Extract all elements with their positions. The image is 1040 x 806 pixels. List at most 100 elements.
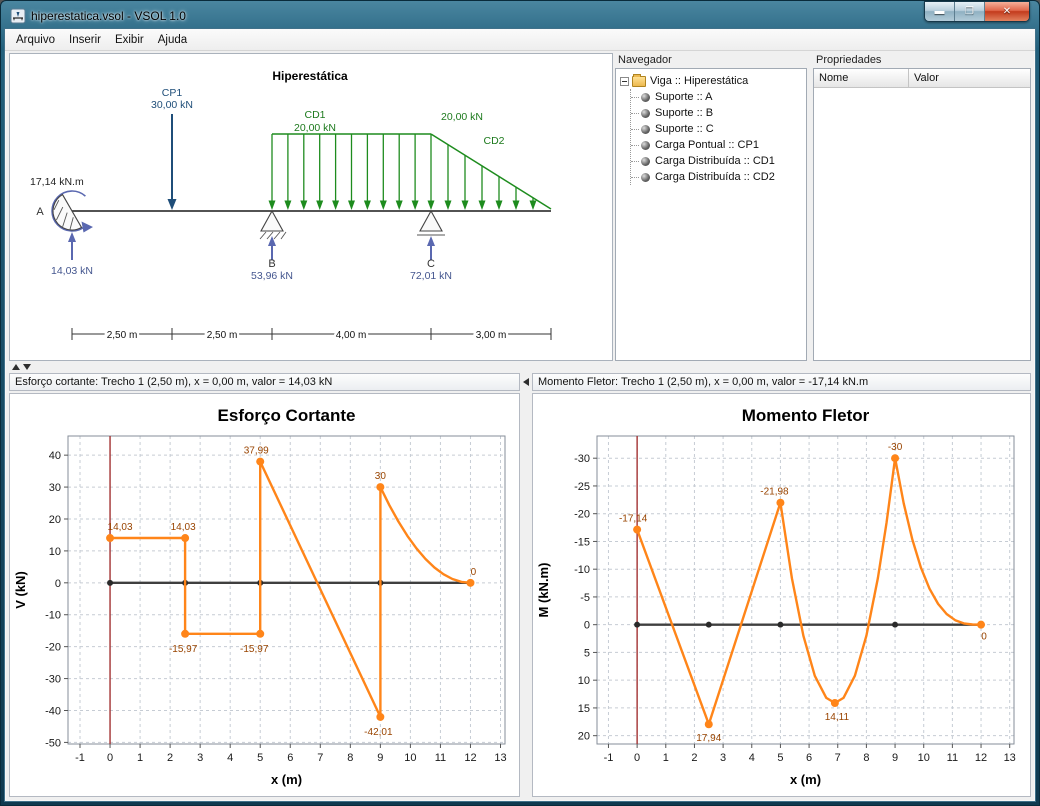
data-label: 14,03 — [108, 522, 133, 533]
properties-title: Propriedades — [816, 54, 882, 66]
tree-item-label: Carga Distribuída :: CD2 — [655, 171, 775, 183]
moment-panel: Momento Fletor: Trecho 1 (2,50 m), x = 0… — [532, 373, 1031, 797]
dist-load-arrowhead — [284, 200, 292, 210]
folder-icon — [632, 73, 646, 87]
vertical-splitter[interactable] — [520, 373, 532, 797]
tree-root[interactable]: Viga :: Hiperestática — [620, 73, 804, 89]
splitter-left-icon[interactable] — [523, 378, 529, 386]
data-point — [376, 712, 385, 721]
support-c[interactable] — [419, 209, 443, 232]
tree-item[interactable]: Suporte :: C — [631, 121, 804, 137]
x-tick-label: 4 — [749, 752, 755, 764]
node-a-label: A — [36, 206, 44, 218]
minimize-button[interactable]: ▬ — [925, 2, 955, 21]
tree-connector — [631, 112, 639, 114]
dist-load-arrowhead — [529, 200, 537, 210]
main-content: Hiperestática CP1 30,00 kN CD1 20,00 kN … — [5, 51, 1035, 801]
window-controls: ▬ ❐ ✕ — [924, 1, 1030, 22]
tree-item[interactable]: Carga Distribuída :: CD2 — [631, 169, 804, 185]
chart-title: Esforço Cortante — [218, 406, 356, 425]
dist-load-2-arrows — [444, 144, 537, 210]
dist-load-arrowhead — [395, 200, 403, 210]
dimension-label: 4,00 m — [336, 330, 367, 341]
data-label: -21,98 — [760, 487, 789, 498]
data-label: -15,97 — [169, 644, 198, 655]
column-header-valor[interactable]: Valor — [909, 69, 1030, 87]
data-point — [106, 534, 115, 543]
y-tick-label: -20 — [45, 642, 61, 654]
data-point — [466, 578, 475, 587]
y-axis-label: M (kN.m) — [536, 563, 551, 618]
data-point — [256, 457, 265, 466]
y-tick-label: 30 — [49, 482, 61, 494]
close-icon: ✕ — [1002, 5, 1012, 17]
dist-load-1-value: 20,00 kN — [294, 122, 336, 134]
data-label: 14,03 — [171, 522, 196, 533]
dist-load-arrowhead — [268, 200, 276, 210]
tree-item-label: Suporte :: C — [655, 123, 714, 135]
shear-chart: -1 0 1 2 3 4 5 6 7 8 9 10 11 12 13403020100-10-20-30-4… — [13, 406, 507, 787]
splitter-down-icon[interactable] — [23, 364, 31, 370]
x-tick-label: 13 — [1004, 752, 1016, 764]
x-tick-label: 10 — [404, 752, 416, 764]
x-tick-label: 2 — [167, 752, 173, 764]
tree-item[interactable]: Suporte :: B — [631, 105, 804, 121]
y-tick-label: 10 — [578, 675, 590, 687]
y-tick-label: 20 — [578, 731, 590, 743]
dist-load-1-arrows — [268, 134, 435, 210]
x-tick-label: 1 — [137, 752, 143, 764]
y-tick-label: 0 — [55, 578, 61, 590]
tree-item-label: Suporte :: B — [655, 107, 714, 119]
dist-load-2-name: CD2 — [483, 135, 504, 147]
shear-panel: Esforço cortante: Trecho 1 (2,50 m), x =… — [9, 373, 520, 797]
x-axis-label: x (m) — [790, 772, 821, 787]
titlebar[interactable]: hiperestatica.vsol - VSOL 1.0 ▬ ❐ ✕ — [4, 1, 1036, 28]
moment-arrowhead — [81, 221, 93, 233]
x-tick-label: 13 — [494, 752, 506, 764]
data-point — [256, 629, 265, 638]
tree-item[interactable]: Suporte :: A — [631, 89, 804, 105]
y-tick-label: -10 — [574, 564, 590, 576]
data-label: -30 — [888, 442, 903, 453]
dist-load-arrowhead — [332, 200, 340, 210]
menu-arquivo[interactable]: Arquivo — [9, 31, 62, 49]
element-icon — [641, 108, 650, 118]
y-tick-label: 10 — [49, 546, 61, 558]
menu-ajuda[interactable]: Ajuda — [151, 31, 194, 49]
top-row: Hiperestática CP1 30,00 kN CD1 20,00 kN … — [9, 53, 1031, 361]
tree-children: Suporte :: ASuporte :: BSuporte :: CCarg… — [630, 89, 804, 185]
y-tick-label: 15 — [578, 703, 590, 715]
splitter-up-icon[interactable] — [12, 364, 20, 370]
moment-value: 17,14 kN.m — [30, 176, 84, 188]
element-icon — [641, 124, 650, 134]
x-tick-label: 9 — [892, 752, 898, 764]
tree-item[interactable]: Carga Pontual :: CP1 — [631, 137, 804, 153]
beam-diagram-panel[interactable]: Hiperestática CP1 30,00 kN CD1 20,00 kN … — [9, 53, 613, 361]
x-tick-label: -1 — [75, 752, 85, 764]
beam-node-dot — [634, 621, 641, 628]
horizontal-splitter[interactable] — [9, 361, 1031, 373]
column-header-nome[interactable]: Nome — [814, 69, 909, 87]
menu-inserir[interactable]: Inserir — [62, 31, 108, 49]
properties-body — [814, 88, 1030, 360]
tree-item[interactable]: Carga Distribuída :: CD1 — [631, 153, 804, 169]
close-button[interactable]: ✕ — [985, 2, 1029, 21]
maximize-icon: ❐ — [965, 5, 974, 17]
collapse-expander-icon[interactable] — [620, 76, 629, 86]
y-tick-label: 20 — [49, 514, 61, 526]
menu-exibir[interactable]: Exibir — [108, 31, 151, 49]
point-load-name: CP1 — [162, 87, 183, 99]
minimize-icon: ▬ — [934, 5, 945, 17]
x-tick-label: 3 — [197, 752, 203, 764]
support-b[interactable] — [260, 209, 284, 232]
x-tick-label: 4 — [227, 752, 233, 764]
x-tick-label: 7 — [835, 752, 841, 764]
point-load-value: 30,00 kN — [151, 99, 193, 111]
dimension-label: 3,00 m — [476, 330, 507, 341]
maximize-button[interactable]: ❐ — [955, 2, 985, 21]
data-label: 0 — [471, 567, 477, 578]
y-tick-label: -50 — [45, 737, 61, 749]
data-label: 0 — [981, 632, 987, 643]
element-icon — [641, 172, 650, 182]
x-tick-label: 3 — [720, 752, 726, 764]
